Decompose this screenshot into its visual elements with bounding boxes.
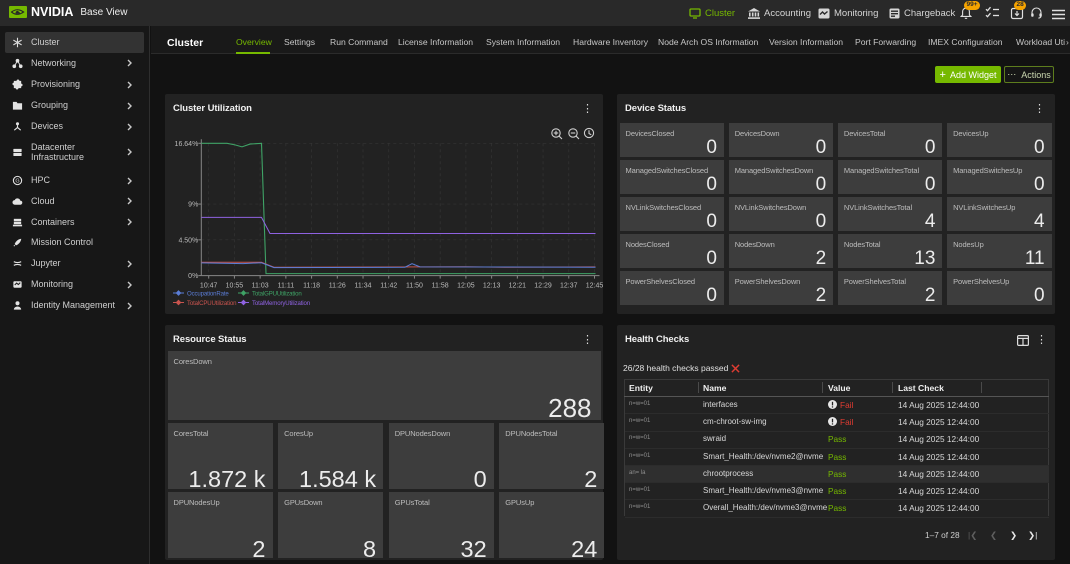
svg-text:12:05: 12:05 — [457, 283, 475, 290]
svg-text:10:47: 10:47 — [200, 283, 218, 290]
svg-text:G: G — [15, 178, 19, 184]
svg-text:12:37: 12:37 — [560, 283, 578, 290]
svg-text:TotalCPUUtilization: TotalCPUUtilization — [187, 300, 236, 307]
svg-text:11:34: 11:34 — [355, 283, 372, 290]
svg-text:12:45: 12:45 — [586, 283, 603, 290]
svg-text:OccupationRate: OccupationRate — [187, 291, 229, 298]
svg-text:16.64%: 16.64% — [175, 141, 199, 148]
svg-text:11:18: 11:18 — [303, 283, 320, 290]
svg-text:11:26: 11:26 — [329, 283, 346, 290]
svg-text:9%: 9% — [188, 202, 198, 209]
svg-text:TotalGPUUtilization: TotalGPUUtilization — [252, 291, 302, 298]
svg-text:TotalMemoryUtilization: TotalMemoryUtilization — [252, 300, 310, 307]
svg-text:11:50: 11:50 — [406, 283, 423, 290]
svg-text:11:03: 11:03 — [252, 283, 269, 290]
svg-text:12:21: 12:21 — [509, 283, 527, 290]
svg-text:10:55: 10:55 — [226, 283, 244, 290]
svg-text:11:11: 11:11 — [278, 283, 295, 290]
svg-text:12:29: 12:29 — [534, 283, 552, 290]
svg-text:0%: 0% — [188, 273, 198, 280]
svg-text:12:13: 12:13 — [483, 283, 501, 290]
svg-text:4.50%: 4.50% — [178, 237, 198, 244]
svg-text:11:58: 11:58 — [432, 283, 449, 290]
svg-text:11:42: 11:42 — [380, 283, 397, 290]
